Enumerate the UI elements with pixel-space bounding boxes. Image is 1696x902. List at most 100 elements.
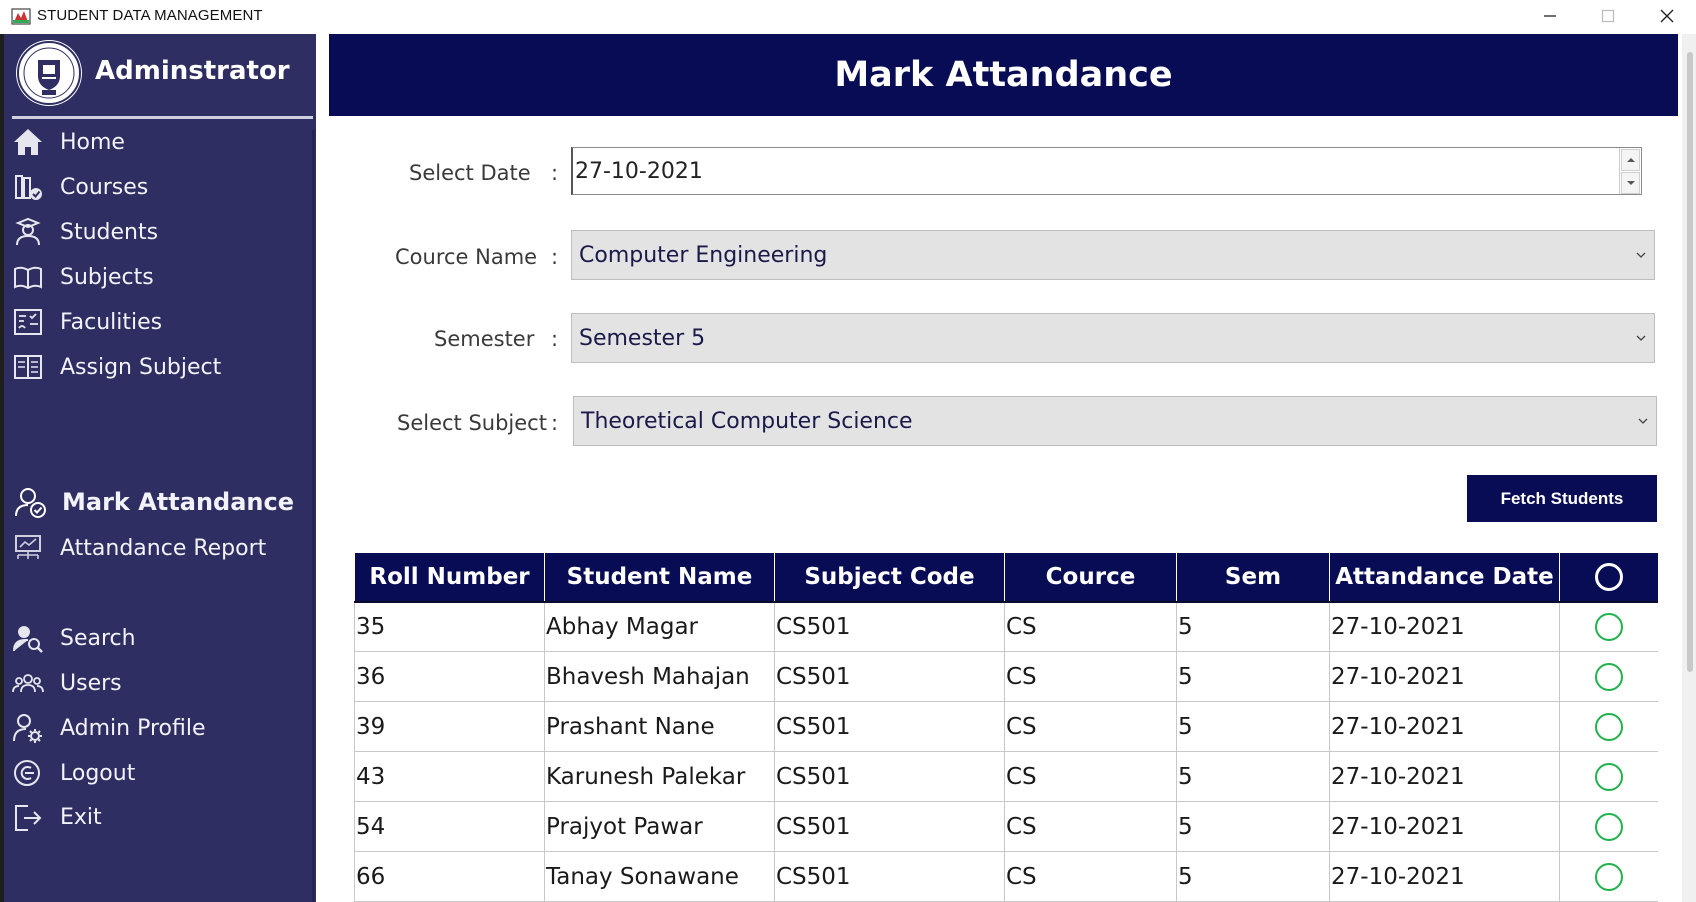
- table-row[interactable]: 36 Bhavesh Mahajan CS501 CS 5 27-10-2021: [354, 651, 1658, 702]
- cell-cource: CS: [1004, 651, 1177, 702]
- sidebar-brand-title: Adminstrator: [95, 56, 290, 86]
- sidebar-item-attandance-report[interactable]: Attandance Report: [12, 528, 266, 568]
- close-button[interactable]: [1638, 0, 1696, 32]
- colon-separator: :: [551, 327, 559, 351]
- present-radio[interactable]: [1595, 862, 1623, 891]
- cell-attandance-date: 27-10-2021: [1329, 601, 1560, 652]
- maximize-button[interactable]: [1579, 0, 1637, 32]
- users-icon: [12, 666, 48, 700]
- chevron-down-icon: [1636, 335, 1646, 341]
- faculty-icon: [12, 305, 48, 339]
- sidebar-item-mark-attandance[interactable]: Mark Attandance: [14, 482, 294, 522]
- column-header-student-name[interactable]: Student Name: [544, 552, 775, 603]
- cell-sem: 5: [1176, 651, 1330, 702]
- cell-present-toggle[interactable]: [1559, 751, 1658, 802]
- app-icon: [11, 8, 31, 25]
- sidebar-divider: [312, 130, 315, 902]
- sidebar-item-label: Attandance Report: [60, 535, 267, 561]
- column-header-sem[interactable]: Sem: [1176, 552, 1330, 603]
- courses-icon: [12, 170, 48, 204]
- present-radio[interactable]: [1595, 662, 1623, 691]
- sidebar-item-users[interactable]: Users: [12, 663, 122, 703]
- attendance-table: Roll Number Student Name Subject Code Co…: [354, 552, 1658, 902]
- cell-cource: CS: [1004, 851, 1177, 902]
- sidebar-item-label: Search: [60, 625, 136, 651]
- present-radio[interactable]: [1595, 612, 1623, 641]
- cell-sem: 5: [1176, 701, 1330, 752]
- sidebar-item-courses[interactable]: Courses: [12, 167, 148, 207]
- present-radio[interactable]: [1595, 762, 1623, 791]
- column-header-select-all[interactable]: [1559, 552, 1658, 603]
- cell-subject-code: CS501: [774, 651, 1005, 702]
- present-radio[interactable]: [1595, 812, 1623, 841]
- close-icon: [1660, 9, 1674, 23]
- course-name-label: Cource Name: [395, 245, 538, 269]
- present-radio[interactable]: [1595, 712, 1623, 741]
- spinner-up-button[interactable]: [1621, 149, 1640, 171]
- cell-attandance-date: 27-10-2021: [1329, 851, 1560, 902]
- college-logo: [16, 40, 82, 106]
- sidebar-item-admin-profile[interactable]: Admin Profile: [12, 708, 206, 748]
- sidebar-item-label: Courses: [60, 174, 149, 200]
- column-header-attandance-date[interactable]: Attandance Date: [1329, 552, 1560, 603]
- cell-roll-number: 66: [354, 851, 545, 902]
- sidebar-item-label: Students: [60, 219, 159, 245]
- sidebar: Adminstrator Home Courses Students Subje…: [0, 34, 316, 902]
- cell-present-toggle[interactable]: [1559, 801, 1658, 852]
- cell-present-toggle[interactable]: [1559, 651, 1658, 702]
- course-select[interactable]: Computer Engineering: [571, 230, 1655, 280]
- sidebar-item-students[interactable]: Students: [12, 212, 158, 252]
- table-row[interactable]: 39 Prashant Nane CS501 CS 5 27-10-2021: [354, 701, 1658, 752]
- course-selected-value: Computer Engineering: [579, 243, 828, 268]
- cell-attandance-date: 27-10-2021: [1329, 651, 1560, 702]
- select-all-radio-icon[interactable]: [1595, 562, 1623, 591]
- sidebar-item-label: Logout: [60, 760, 136, 786]
- column-header-cource[interactable]: Cource: [1004, 552, 1177, 603]
- minimize-button[interactable]: [1521, 0, 1579, 32]
- date-spinner[interactable]: 27-10-2021: [571, 147, 1642, 195]
- spinner-down-button[interactable]: [1621, 172, 1640, 194]
- sidebar-item-assign-subject[interactable]: Assign Subject: [12, 347, 221, 387]
- subject-select[interactable]: Theoretical Computer Science: [573, 396, 1657, 446]
- cell-roll-number: 43: [354, 751, 545, 802]
- minimize-icon: [1544, 15, 1556, 17]
- sidebar-item-home[interactable]: Home: [12, 122, 125, 162]
- column-header-roll-number[interactable]: Roll Number: [354, 552, 545, 603]
- semester-select[interactable]: Semester 5: [571, 313, 1655, 363]
- table-row[interactable]: 43 Karunesh Palekar CS501 CS 5 27-10-202…: [354, 751, 1658, 802]
- table-row[interactable]: 54 Prajyot Pawar CS501 CS 5 27-10-2021: [354, 801, 1658, 852]
- brand-divider: [12, 116, 313, 119]
- sidebar-item-faculities[interactable]: Faculities: [12, 302, 162, 342]
- scrollbar-thumb[interactable]: [1687, 52, 1693, 672]
- cell-present-toggle[interactable]: [1559, 851, 1658, 902]
- cell-present-toggle[interactable]: [1559, 601, 1658, 652]
- page-header: Mark Attandance: [329, 34, 1678, 116]
- window-titlebar: STUDENT DATA MANAGEMENT: [0, 0, 1696, 32]
- sidebar-item-logout[interactable]: Logout: [12, 753, 135, 793]
- cell-attandance-date: 27-10-2021: [1329, 801, 1560, 852]
- table-header-row: Roll Number Student Name Subject Code Co…: [354, 552, 1658, 603]
- subject-selected-value: Theoretical Computer Science: [581, 409, 913, 434]
- column-header-subject-code[interactable]: Subject Code: [774, 552, 1005, 603]
- sidebar-item-exit[interactable]: Exit: [12, 797, 102, 837]
- page-title: Mark Attandance: [834, 55, 1173, 95]
- cell-cource: CS: [1004, 601, 1177, 652]
- caret-up-icon: [1626, 158, 1635, 162]
- cell-present-toggle[interactable]: [1559, 701, 1658, 752]
- cell-roll-number: 54: [354, 801, 545, 852]
- sidebar-item-label: Users: [60, 670, 122, 696]
- table-row[interactable]: 35 Abhay Magar CS501 CS 5 27-10-2021: [354, 601, 1658, 652]
- crest-icon: [17, 41, 81, 105]
- semester-label: Semester: [434, 327, 535, 351]
- fetch-students-button[interactable]: Fetch Students: [1467, 475, 1657, 522]
- sidebar-item-subjects[interactable]: Subjects: [12, 257, 154, 297]
- chevron-down-icon: [1636, 252, 1646, 258]
- cell-student-name: Abhay Magar: [544, 601, 775, 652]
- table-row[interactable]: 66 Tanay Sonawane CS501 CS 5 27-10-2021: [354, 851, 1658, 902]
- cell-sem: 5: [1176, 801, 1330, 852]
- spinner-controls: [1619, 148, 1641, 194]
- cell-sem: 5: [1176, 751, 1330, 802]
- sidebar-item-search[interactable]: Search: [12, 618, 136, 658]
- cell-sem: 5: [1176, 601, 1330, 652]
- date-value[interactable]: 27-10-2021: [575, 159, 703, 184]
